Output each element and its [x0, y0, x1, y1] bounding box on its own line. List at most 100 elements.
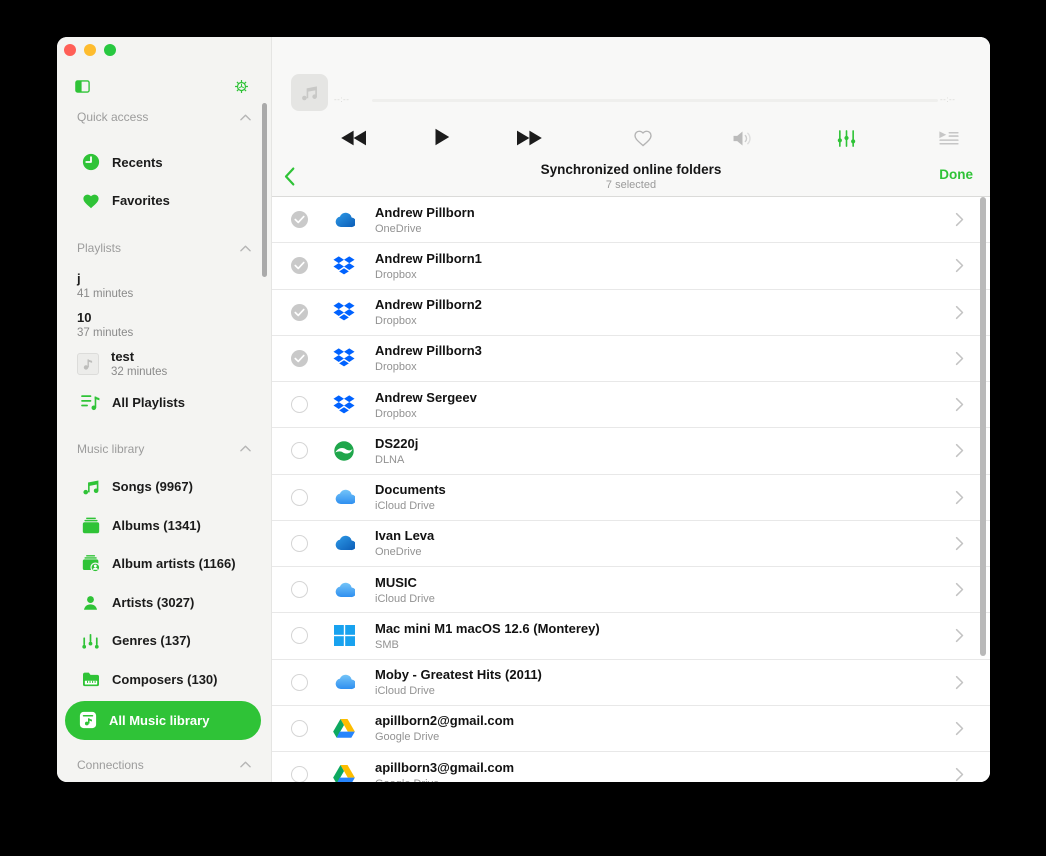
- sidebar-item-recents[interactable]: Recents: [57, 143, 271, 182]
- list-scrollbar[interactable]: [980, 197, 986, 656]
- back-button[interactable]: [284, 167, 295, 186]
- genres-icon: [81, 632, 100, 649]
- section-header-quick-access[interactable]: Quick access: [77, 109, 251, 125]
- sidebar-toggle-icon[interactable]: [75, 79, 90, 94]
- folder-row[interactable]: Andrew Pillborn1 Dropbox: [272, 243, 990, 290]
- checkbox-unchecked[interactable]: [291, 442, 308, 460]
- checkbox-unchecked[interactable]: [291, 627, 308, 645]
- progress-bar[interactable]: [372, 99, 938, 102]
- folder-text: Mac mini M1 macOS 12.6 (Monterey) SMB: [375, 621, 955, 651]
- checkbox-checked[interactable]: [291, 349, 308, 367]
- checkbox-unchecked[interactable]: [291, 488, 308, 506]
- sidebar-item-label: Genres (137): [112, 633, 191, 649]
- done-button[interactable]: Done: [939, 167, 973, 182]
- folder-text: Ivan Leva OneDrive: [375, 528, 955, 558]
- sidebar-item-artists-3027-[interactable]: Artists (3027): [57, 583, 271, 622]
- chevron-right-icon: [955, 351, 964, 366]
- sidebar-scrollbar[interactable]: [262, 103, 267, 277]
- albums-icon: [81, 517, 100, 534]
- icloud-icon: [333, 486, 355, 508]
- folder-row[interactable]: apillborn2@gmail.com Google Drive: [272, 705, 990, 752]
- volume-button[interactable]: [732, 130, 753, 147]
- sidebar: Quick access Recents Favorites Playlists j 41…: [57, 37, 272, 782]
- folder-service: iCloud Drive: [375, 685, 435, 698]
- folder-row[interactable]: Mac mini M1 macOS 12.6 (Monterey) SMB: [272, 613, 990, 660]
- chevron-right-icon: [955, 490, 964, 505]
- sidebar-item-all-music-library[interactable]: All Music library: [65, 700, 261, 740]
- checkbox-checked[interactable]: [291, 257, 308, 275]
- folder-text: Andrew Pillborn3 Dropbox: [375, 343, 955, 373]
- folder-service: DLNA: [375, 453, 405, 466]
- sidebar-item-genres-137-[interactable]: Genres (137): [57, 622, 271, 661]
- dlna-icon: [333, 440, 355, 462]
- fast-forward-button[interactable]: [516, 130, 542, 146]
- favorite-button[interactable]: [633, 129, 653, 147]
- section-header-playlists[interactable]: Playlists: [77, 240, 251, 256]
- gdrive-icon: [333, 717, 355, 739]
- playlist-item-j[interactable]: j 41 minutes: [57, 266, 271, 305]
- folder-row[interactable]: Moby - Greatest Hits (2011) iCloud Drive: [272, 659, 990, 706]
- section-header-music-library[interactable]: Music library: [77, 441, 251, 457]
- synced-folders-list: Andrew Pillborn OneDrive Andrew Pillborn1 D…: [272, 197, 990, 782]
- sidebar-item-favorites[interactable]: Favorites: [57, 182, 271, 221]
- player-header: --:-- --:-- Synchronized online folders …: [272, 37, 990, 197]
- checkbox-checked[interactable]: [291, 303, 308, 321]
- remaining-time: --:--: [940, 95, 956, 104]
- equalizer-button[interactable]: [836, 129, 857, 148]
- checkbox-unchecked[interactable]: [291, 581, 308, 599]
- heart-icon: [81, 193, 100, 209]
- chevron-up-icon: [240, 114, 251, 121]
- checkbox-unchecked[interactable]: [291, 673, 308, 691]
- minimize-window-button[interactable]: [84, 44, 96, 56]
- playlist-duration: 41 minutes: [77, 288, 134, 300]
- play-queue-button[interactable]: [938, 130, 960, 147]
- gear-icon[interactable]: [234, 79, 249, 94]
- folder-row[interactable]: MUSIC iCloud Drive: [272, 567, 990, 614]
- folder-name: Andrew Pillborn: [375, 204, 475, 220]
- close-window-button[interactable]: [64, 44, 76, 56]
- artists-icon: [81, 594, 100, 611]
- zoom-window-button[interactable]: [104, 44, 116, 56]
- checkbox-unchecked[interactable]: [291, 766, 308, 782]
- main-panel: --:-- --:-- Synchronized online folders …: [272, 37, 990, 782]
- checkbox-unchecked[interactable]: [291, 396, 308, 414]
- folder-name: Andrew Pillborn1: [375, 250, 482, 266]
- sidebar-item-composers-130-[interactable]: Composers (130): [57, 660, 271, 699]
- chevron-right-icon: [955, 767, 964, 782]
- sidebar-item-label: Songs (9967): [112, 479, 193, 495]
- section-header-connections[interactable]: Connections: [77, 757, 251, 773]
- smb-icon: [333, 625, 355, 647]
- folder-row[interactable]: Andrew Pillborn2 Dropbox: [272, 289, 990, 336]
- sidebar-item-songs-9967-[interactable]: Songs (9967): [57, 468, 271, 507]
- music-library-icon: [79, 711, 97, 729]
- sidebar-item-label: Albums (1341): [112, 517, 201, 533]
- gdrive-icon: [333, 764, 355, 782]
- checkbox-unchecked[interactable]: [291, 719, 308, 737]
- folder-row[interactable]: Andrew Sergeev Dropbox: [272, 382, 990, 429]
- chevron-right-icon: [955, 258, 964, 273]
- playlist-item-test[interactable]: test 32 minutes: [57, 344, 271, 383]
- folder-row[interactable]: apillborn3@gmail.com Google Drive: [272, 752, 990, 782]
- album-artists-icon: [81, 555, 100, 573]
- check-icon: [294, 261, 305, 270]
- folder-name: MUSIC: [375, 574, 417, 590]
- checkbox-checked[interactable]: [291, 211, 308, 229]
- folder-row[interactable]: DS220j DLNA: [272, 428, 990, 475]
- folder-row[interactable]: Documents iCloud Drive: [272, 474, 990, 521]
- checkbox-unchecked[interactable]: [291, 534, 308, 552]
- folder-service: SMB: [375, 638, 399, 651]
- playlist-title: test: [111, 349, 135, 364]
- folder-row[interactable]: Andrew Pillborn OneDrive: [272, 197, 990, 244]
- icloud-icon: [333, 579, 355, 601]
- folder-row[interactable]: Andrew Pillborn3 Dropbox: [272, 335, 990, 382]
- chevron-right-icon: [955, 305, 964, 320]
- rewind-button[interactable]: [341, 130, 367, 146]
- folder-row[interactable]: Ivan Leva OneDrive: [272, 520, 990, 567]
- sidebar-item-albums-1341-[interactable]: Albums (1341): [57, 506, 271, 545]
- folder-text: Documents iCloud Drive: [375, 482, 955, 512]
- app-window: Quick access Recents Favorites Playlists j 41…: [57, 37, 990, 782]
- play-button[interactable]: [434, 128, 450, 146]
- sidebar-item-all-playlists[interactable]: All Playlists: [57, 383, 271, 422]
- sidebar-item-album-artists-1166-[interactable]: Album artists (1166): [57, 545, 271, 584]
- playlist-item-10[interactable]: 10 37 minutes: [57, 305, 271, 344]
